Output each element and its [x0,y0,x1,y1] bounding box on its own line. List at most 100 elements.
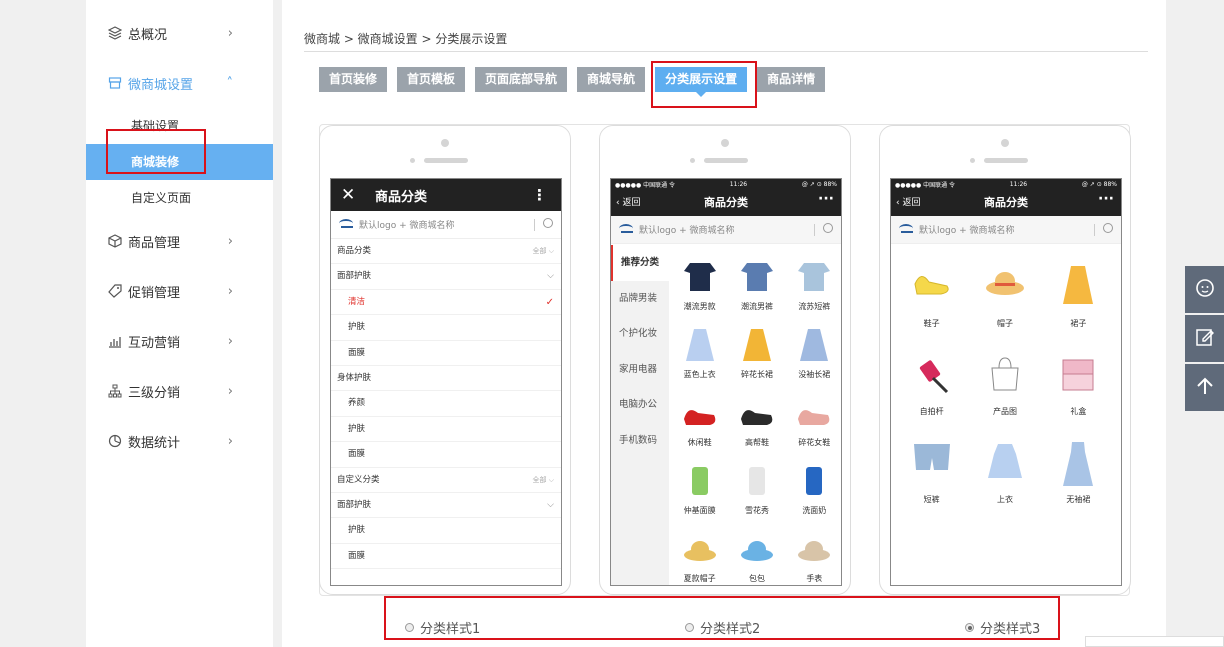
search-text: 默认logo + 微商城名称 [639,226,735,236]
sidebar-item-label: 微商城设置 [128,77,194,93]
product-image [984,440,1026,488]
camera-dot [1001,139,1009,147]
list-item: 自定义分类 全部 ⌵ [331,468,561,493]
phone-preview-style2[interactable]: ●●●●● 中国联通 令 11:26 @ ↗ ⊙ 88% ‹ 返回 商品分类 ·… [599,125,851,595]
product-name: 无袖裙 [1066,495,1091,504]
customer-service-button[interactable] [1185,266,1224,313]
row-text: 面膜 [348,449,366,460]
sidebar-subitem-custom-page[interactable]: 自定义页面 [86,180,273,216]
radio-label: 分类样式2 [700,622,761,637]
product-item: 流苏短裤 [786,259,841,327]
product-name: 上衣 [996,495,1013,504]
product-image [796,259,832,295]
sensor-dot [970,158,975,163]
product-image [682,463,718,499]
radio-button[interactable] [405,623,414,632]
phone-screen: ✕ 商品分类 ⋮ 默认logo + 微商城名称 商品分类 全部 ⌵ 面部护肤 ⌵ 清… [330,178,562,586]
category-item: 电脑办公 [619,399,658,410]
chevron-down-icon: ⌵ [547,499,554,510]
logo-icon [339,219,355,230]
list-item: 养颜 [331,391,561,417]
tab-bottom-nav[interactable]: 页面底部导航 [475,67,568,92]
edit-icon [1195,327,1215,351]
tab-product-detail[interactable]: 商品详情 [757,67,826,92]
search-bar: 默认logo + 微商城名称 [611,216,841,244]
product-image [1057,440,1099,488]
list-item: 面部护肤 ⌵ [331,264,561,290]
row-right: 全部 ⌵ [532,475,554,484]
row-text: 自定义分类 [337,474,380,485]
product-name: 潮流男裤 [740,302,773,311]
product-image [739,259,775,295]
product-name: 手表 [806,574,823,583]
product-item: 仲基面膜 [671,463,728,531]
style-option-3[interactable]: 分类样式3 [965,618,1040,637]
product-image [796,531,832,567]
all-label: 全部 [532,247,547,255]
row-text: 护肤 [348,322,366,333]
sidebar-item-products[interactable]: 商品管理 › [86,216,273,266]
product-item: 包包 [728,531,785,585]
layers-icon [108,26,122,40]
more-icon: ··· [818,191,834,207]
tab-home-decoration[interactable]: 首页装修 [319,67,388,92]
list-item: 商品分类 全部 ⌵ [331,239,561,265]
phone-preview-style1[interactable]: ✕ 商品分类 ⋮ 默认logo + 微商城名称 商品分类 全部 ⌵ 面部护肤 ⌵ 清… [319,125,571,595]
radio-button[interactable] [685,623,694,632]
tag-icon [108,284,122,298]
sidebar-item-promotions[interactable]: 促销管理 › [86,266,273,316]
back-label: 返回 [622,198,641,208]
style-option-2[interactable]: 分类样式2 [685,618,760,637]
search-icon [543,218,553,228]
sidebar-item-label: 商品管理 [128,235,181,251]
sidebar-item-label: 三级分销 [128,385,181,401]
sidebar-item-statistics[interactable]: 数据统计 › [86,416,273,466]
tab-home-template[interactable]: 首页模板 [397,67,466,92]
divider [1094,224,1095,236]
list-item: 身体护肤 [331,366,561,392]
list-item: 护肤 [331,315,561,341]
phone-screen: ●●●●● 中国联通 令 11:26 @ ↗ ⊙ 88% ‹ 返回 商品分类 ·… [610,178,842,586]
product-item: 鞋子 [895,264,968,352]
feedback-button[interactable] [1185,315,1224,362]
sidebar-item-mall-settings[interactable]: 微商城设置 ˄ [86,58,273,108]
product-image [739,327,775,363]
phone-preview-style3[interactable]: ●●●●● 中国联通 令 11:26 @ ↗ ⊙ 88% ‹ 返回 商品分类 ·… [879,125,1131,595]
back-to-top-button[interactable] [1185,364,1224,411]
product-image [1057,264,1099,312]
radio-button[interactable] [965,623,974,632]
product-image [911,440,953,488]
style-option-1[interactable]: 分类样式1 [405,618,480,637]
camera-dot [441,139,449,147]
check-icon: ✓ [545,296,554,308]
chevron-right-icon: › [227,433,233,449]
product-image [682,531,718,567]
search-bar: 默认logo + 微商城名称 [331,211,561,239]
product-item: 碎花长裙 [728,327,785,395]
sidebar-item-distribution[interactable]: 三级分销 › [86,366,273,416]
product-name: 包包 [748,574,765,583]
product-item: 蓝色上衣 [671,327,728,395]
product-item: 上衣 [968,440,1041,528]
product-image [911,264,953,312]
list-item: 面膜 [331,442,561,468]
tab-mall-nav[interactable]: 商城导航 [577,67,646,92]
chevron-right-icon: › [227,283,233,299]
row-text: 护肤 [348,525,366,536]
product-item: 夏款帽子 [671,531,728,585]
back-button: ‹ 返回 [616,198,641,208]
product-image [739,531,775,567]
row-text: 养颜 [348,398,366,409]
product-name: 裙子 [1070,319,1087,328]
screen-title: 商品分类 [984,196,1028,209]
product-item: 碎花女鞋 [786,395,841,463]
product-item: 裙子 [1042,264,1115,352]
sidebar-item-overview[interactable]: 总概况 › [86,8,273,58]
product-item: 没袖长裙 [786,327,841,395]
sidebar-item-marketing[interactable]: 互动营销 › [86,316,273,366]
product-item: 高帮鞋 [728,395,785,463]
product-name: 碎花长裙 [740,370,773,379]
product-image [682,395,718,431]
product-name: 碎花女鞋 [798,438,831,447]
product-item: 洗面奶 [786,463,841,531]
